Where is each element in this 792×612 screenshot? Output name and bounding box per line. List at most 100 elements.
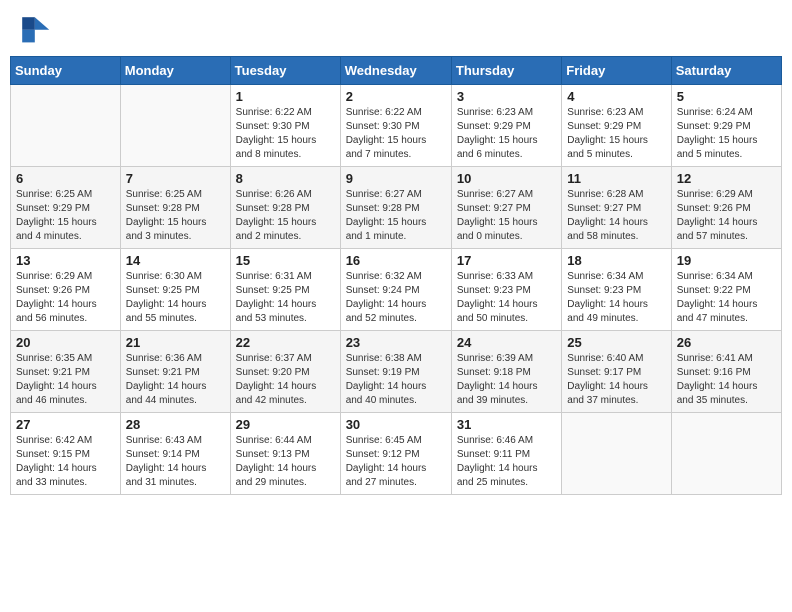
calendar-cell: 31 Sunrise: 6:46 AM Sunset: 9:11 PM Dayli… [451,413,561,495]
col-header-monday: Monday [120,57,230,85]
calendar-cell: 25 Sunrise: 6:40 AM Sunset: 9:17 PM Dayli… [562,331,671,413]
calendar-cell: 3 Sunrise: 6:23 AM Sunset: 9:29 PM Daylig… [451,85,561,167]
day-info: Sunrise: 6:44 AM Sunset: 9:13 PM Dayligh… [236,434,335,490]
day-info: Sunrise: 6:34 AM Sunset: 9:23 PM Dayligh… [567,270,665,326]
col-header-thursday: Thursday [451,57,561,85]
day-info: Sunrise: 6:22 AM Sunset: 9:30 PM Dayligh… [346,106,446,162]
day-number: 13 [16,253,115,268]
calendar-cell: 4 Sunrise: 6:23 AM Sunset: 9:29 PM Daylig… [562,85,671,167]
day-number: 22 [236,335,335,350]
page-header [10,10,782,46]
day-number: 20 [16,335,115,350]
calendar-cell: 8Sunrise: 6:26 AM Sunset: 9:28 PM Daylig… [230,167,340,249]
calendar-cell: 29 Sunrise: 6:44 AM Sunset: 9:13 PM Dayli… [230,413,340,495]
calendar-cell: 9 Sunrise: 6:27 AM Sunset: 9:28 PM Daylig… [340,167,451,249]
logo-icon [15,10,51,46]
calendar: SundayMondayTuesdayWednesdayThursdayFrid… [10,56,782,495]
day-info: Sunrise: 6:23 AM Sunset: 9:29 PM Dayligh… [457,106,556,162]
day-number: 26 [677,335,776,350]
calendar-cell: 6 Sunrise: 6:25 AM Sunset: 9:29 PM Daylig… [11,167,121,249]
day-info: Sunrise: 6:27 AM Sunset: 9:27 PM Dayligh… [457,188,556,244]
calendar-cell: 21 Sunrise: 6:36 AM Sunset: 9:21 PM Dayli… [120,331,230,413]
calendar-cell: 17Sunrise: 6:33 AM Sunset: 9:23 PM Dayli… [451,249,561,331]
day-info: Sunrise: 6:32 AM Sunset: 9:24 PM Dayligh… [346,270,446,326]
day-number: 12 [677,171,776,186]
calendar-cell: 26Sunrise: 6:41 AM Sunset: 9:16 PM Dayli… [671,331,781,413]
col-header-saturday: Saturday [671,57,781,85]
calendar-cell: 27 Sunrise: 6:42 AM Sunset: 9:15 PM Dayli… [11,413,121,495]
day-number: 28 [126,417,225,432]
calendar-cell: 16 Sunrise: 6:32 AM Sunset: 9:24 PM Dayli… [340,249,451,331]
day-number: 1 [236,89,335,104]
day-info: Sunrise: 6:28 AM Sunset: 9:27 PM Dayligh… [567,188,665,244]
day-info: Sunrise: 6:34 AM Sunset: 9:22 PM Dayligh… [677,270,776,326]
calendar-week-4: 20 Sunrise: 6:35 AM Sunset: 9:21 PM Dayli… [11,331,782,413]
day-info: Sunrise: 6:26 AM Sunset: 9:28 PM Dayligh… [236,188,335,244]
day-info: Sunrise: 6:22 AM Sunset: 9:30 PM Dayligh… [236,106,335,162]
day-number: 19 [677,253,776,268]
day-info: Sunrise: 6:23 AM Sunset: 9:29 PM Dayligh… [567,106,665,162]
day-info: Sunrise: 6:46 AM Sunset: 9:11 PM Dayligh… [457,434,556,490]
calendar-cell: 20 Sunrise: 6:35 AM Sunset: 9:21 PM Dayli… [11,331,121,413]
day-info: Sunrise: 6:39 AM Sunset: 9:18 PM Dayligh… [457,352,556,408]
day-number: 16 [346,253,446,268]
day-info: Sunrise: 6:25 AM Sunset: 9:29 PM Dayligh… [16,188,115,244]
calendar-cell: 12 Sunrise: 6:29 AM Sunset: 9:26 PM Dayli… [671,167,781,249]
day-number: 2 [346,89,446,104]
day-info: Sunrise: 6:29 AM Sunset: 9:26 PM Dayligh… [677,188,776,244]
calendar-cell: 14 Sunrise: 6:30 AM Sunset: 9:25 PM Dayli… [120,249,230,331]
day-number: 5 [677,89,776,104]
day-info: Sunrise: 6:27 AM Sunset: 9:28 PM Dayligh… [346,188,446,244]
day-info: Sunrise: 6:37 AM Sunset: 9:20 PM Dayligh… [236,352,335,408]
day-info: Sunrise: 6:38 AM Sunset: 9:19 PM Dayligh… [346,352,446,408]
calendar-cell: 10 Sunrise: 6:27 AM Sunset: 9:27 PM Dayli… [451,167,561,249]
col-header-friday: Friday [562,57,671,85]
calendar-cell: 19 Sunrise: 6:34 AM Sunset: 9:22 PM Dayli… [671,249,781,331]
calendar-cell: 23Sunrise: 6:38 AM Sunset: 9:19 PM Dayli… [340,331,451,413]
day-number: 27 [16,417,115,432]
col-header-sunday: Sunday [11,57,121,85]
calendar-cell: 28Sunrise: 6:43 AM Sunset: 9:14 PM Dayli… [120,413,230,495]
calendar-cell: 15 Sunrise: 6:31 AM Sunset: 9:25 PM Dayli… [230,249,340,331]
day-number: 3 [457,89,556,104]
day-number: 21 [126,335,225,350]
calendar-cell [11,85,121,167]
day-number: 29 [236,417,335,432]
calendar-cell: 24Sunrise: 6:39 AM Sunset: 9:18 PM Dayli… [451,331,561,413]
day-info: Sunrise: 6:31 AM Sunset: 9:25 PM Dayligh… [236,270,335,326]
day-info: Sunrise: 6:40 AM Sunset: 9:17 PM Dayligh… [567,352,665,408]
calendar-cell [671,413,781,495]
day-number: 14 [126,253,225,268]
day-number: 4 [567,89,665,104]
day-info: Sunrise: 6:36 AM Sunset: 9:21 PM Dayligh… [126,352,225,408]
calendar-cell: 22 Sunrise: 6:37 AM Sunset: 9:20 PM Dayli… [230,331,340,413]
day-info: Sunrise: 6:42 AM Sunset: 9:15 PM Dayligh… [16,434,115,490]
calendar-cell: 13Sunrise: 6:29 AM Sunset: 9:26 PM Dayli… [11,249,121,331]
day-number: 25 [567,335,665,350]
day-info: Sunrise: 6:24 AM Sunset: 9:29 PM Dayligh… [677,106,776,162]
day-number: 31 [457,417,556,432]
day-number: 6 [16,171,115,186]
calendar-week-5: 27 Sunrise: 6:42 AM Sunset: 9:15 PM Dayli… [11,413,782,495]
calendar-week-1: 1 Sunrise: 6:22 AM Sunset: 9:30 PM Daylig… [11,85,782,167]
calendar-cell: 1 Sunrise: 6:22 AM Sunset: 9:30 PM Daylig… [230,85,340,167]
day-info: Sunrise: 6:25 AM Sunset: 9:28 PM Dayligh… [126,188,225,244]
day-number: 9 [346,171,446,186]
calendar-cell: 11 Sunrise: 6:28 AM Sunset: 9:27 PM Dayli… [562,167,671,249]
calendar-cell [562,413,671,495]
day-number: 10 [457,171,556,186]
calendar-header-row: SundayMondayTuesdayWednesdayThursdayFrid… [11,57,782,85]
col-header-wednesday: Wednesday [340,57,451,85]
day-info: Sunrise: 6:33 AM Sunset: 9:23 PM Dayligh… [457,270,556,326]
day-number: 7 [126,171,225,186]
calendar-cell: 7 Sunrise: 6:25 AM Sunset: 9:28 PM Daylig… [120,167,230,249]
day-info: Sunrise: 6:45 AM Sunset: 9:12 PM Dayligh… [346,434,446,490]
day-number: 15 [236,253,335,268]
day-number: 11 [567,171,665,186]
day-number: 18 [567,253,665,268]
calendar-cell: 30Sunrise: 6:45 AM Sunset: 9:12 PM Dayli… [340,413,451,495]
day-info: Sunrise: 6:35 AM Sunset: 9:21 PM Dayligh… [16,352,115,408]
calendar-cell: 18 Sunrise: 6:34 AM Sunset: 9:23 PM Dayli… [562,249,671,331]
calendar-cell: 5 Sunrise: 6:24 AM Sunset: 9:29 PM Daylig… [671,85,781,167]
day-info: Sunrise: 6:30 AM Sunset: 9:25 PM Dayligh… [126,270,225,326]
